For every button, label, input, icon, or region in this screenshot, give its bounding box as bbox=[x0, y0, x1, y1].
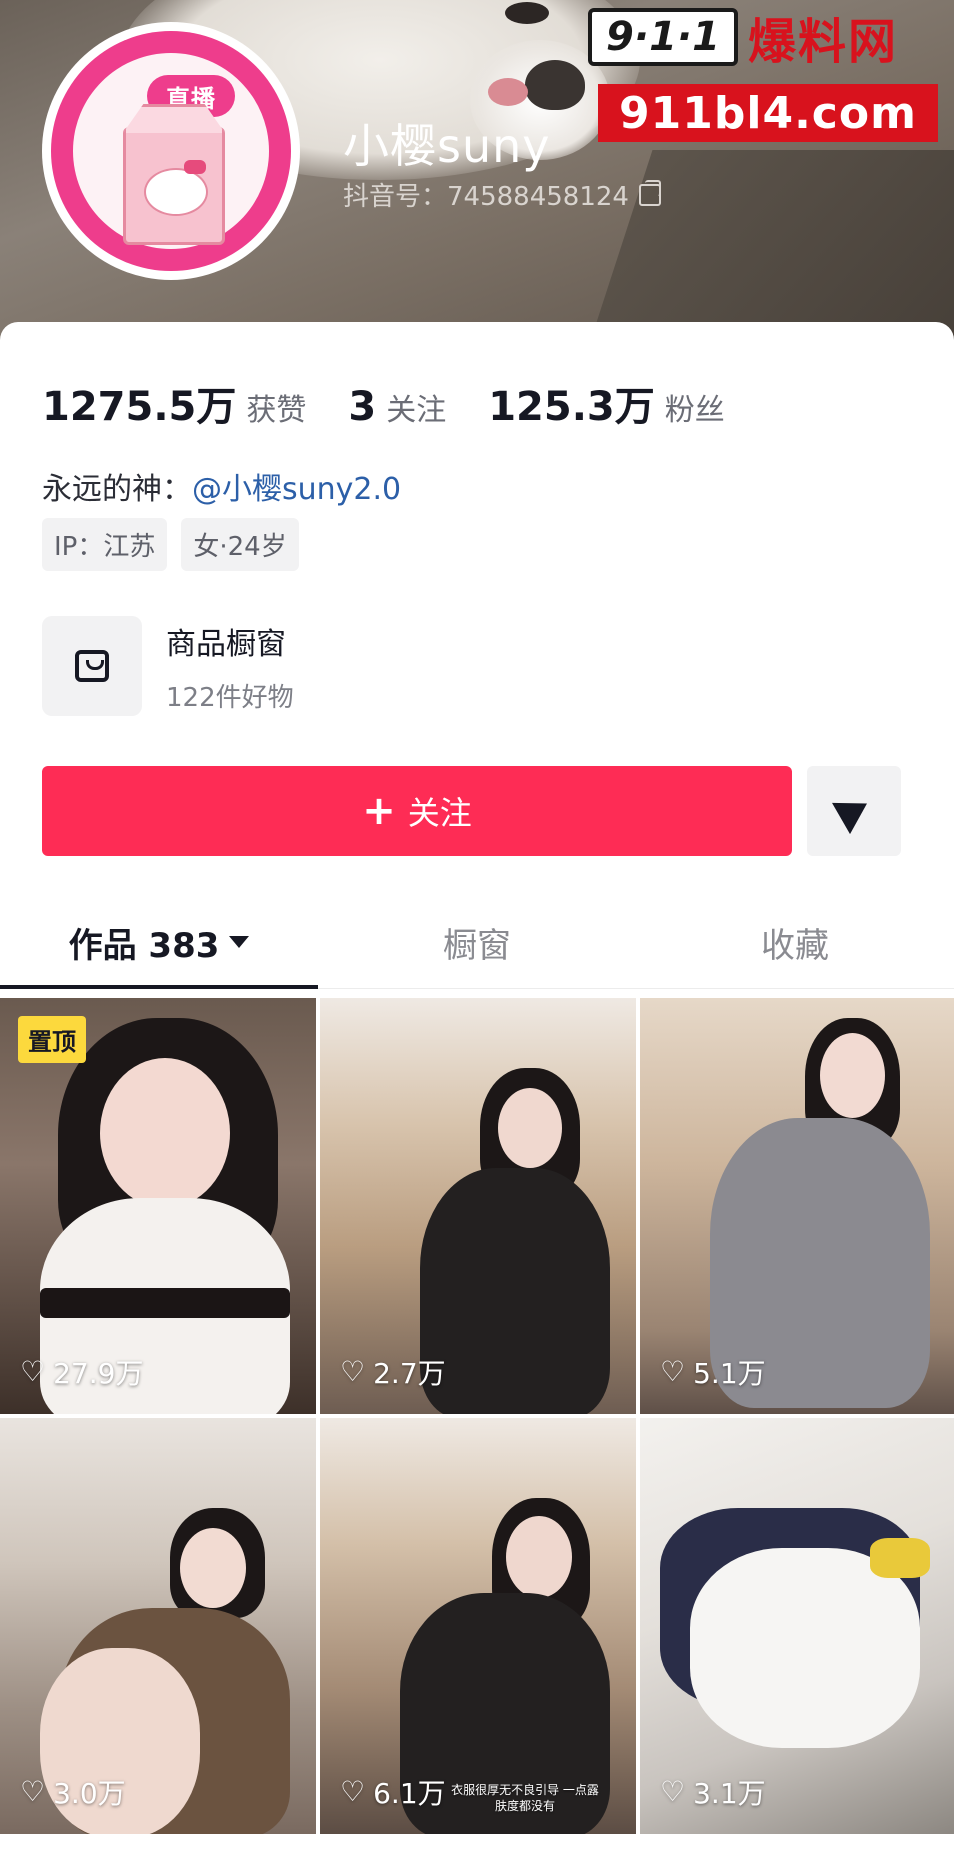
profile-name: 小樱suny bbox=[343, 119, 551, 173]
video-likes-count: 3.1万 bbox=[693, 1777, 766, 1810]
video-6-bow bbox=[870, 1538, 930, 1578]
video-likes-count: 5.1万 bbox=[693, 1357, 766, 1390]
follow-button[interactable]: + 关注 bbox=[42, 766, 792, 856]
watermark-top: 9·1·1 爆料网 bbox=[588, 2, 952, 72]
plus-icon: + bbox=[362, 788, 396, 834]
followers-count[interactable]: 125.3万 bbox=[488, 374, 655, 432]
video-thumbnail[interactable]: 衣服很厚无不良引导 一点露肤度都没有 ♡ 6.1万 bbox=[320, 1418, 636, 1834]
video-likes-count: 6.1万 bbox=[373, 1777, 446, 1810]
video-likes-count: 27.9万 bbox=[53, 1357, 144, 1390]
video-likes: ♡ 3.1万 bbox=[660, 1772, 766, 1812]
banner-dog-tongue bbox=[488, 78, 528, 106]
watermark-url: 911bl4.com bbox=[598, 84, 938, 142]
likes-count[interactable]: 1275.5万 bbox=[42, 374, 236, 432]
video-thumbnail[interactable]: 置顶 ♡ 27.9万 bbox=[0, 998, 316, 1414]
copy-icon[interactable] bbox=[638, 179, 661, 206]
douyin-id[interactable]: 抖音号：74588458124 bbox=[343, 176, 661, 213]
tab-favorites[interactable]: 收藏 bbox=[636, 896, 954, 988]
douyin-id-text: 抖音号：74588458124 bbox=[343, 182, 629, 212]
shop-text: 商品橱窗 122件好物 bbox=[166, 619, 294, 714]
heart-outline-icon: ♡ bbox=[340, 1355, 366, 1388]
video-thumbnail[interactable]: ♡ 3.0万 bbox=[0, 1418, 316, 1834]
heart-outline-icon: ♡ bbox=[20, 1775, 46, 1808]
video-caption: 衣服很厚无不良引导 一点露肤度都没有 bbox=[451, 1783, 599, 1813]
watermark-badge: 9·1·1 bbox=[588, 8, 738, 66]
watermark: 9·1·1 爆料网 911bl4.com bbox=[588, 2, 952, 142]
content-tabs: 作品 383 橱窗 收藏 bbox=[0, 896, 954, 989]
followers-label: 粉丝 bbox=[664, 393, 725, 428]
gender-age-tag: 女·24岁 bbox=[181, 518, 299, 571]
heart-outline-icon: ♡ bbox=[20, 1355, 46, 1388]
banner-dog-nose bbox=[525, 60, 585, 110]
video-likes-count: 2.7万 bbox=[373, 1357, 446, 1390]
avatar-image: 直播 bbox=[51, 31, 291, 271]
banner-dog-eye bbox=[505, 2, 549, 24]
following-label: 关注 bbox=[386, 393, 447, 428]
heart-outline-icon: ♡ bbox=[660, 1775, 686, 1808]
bio-mention-link[interactable]: @小樱suny2.0 bbox=[192, 472, 401, 507]
ip-tag: IP：江苏 bbox=[42, 518, 168, 571]
video-6-outfit-white bbox=[690, 1548, 920, 1748]
share-button[interactable] bbox=[807, 766, 901, 856]
bio: 永远的神：@小樱suny2.0 bbox=[42, 464, 401, 508]
video-likes: ♡ 5.1万 bbox=[660, 1352, 766, 1392]
stats-row: 1275.5万 获赞 3 关注 125.3万 粉丝 bbox=[42, 374, 767, 432]
tab-shop-window-label: 橱窗 bbox=[443, 925, 511, 966]
tab-shop-window[interactable]: 橱窗 bbox=[318, 896, 636, 988]
shop-title: 商品橱窗 bbox=[166, 626, 286, 662]
video-5-face bbox=[506, 1516, 572, 1598]
kitty-bow bbox=[184, 160, 206, 174]
milk-carton-illustration bbox=[123, 104, 225, 245]
tab-favorites-label: 收藏 bbox=[761, 925, 829, 966]
tab-works[interactable]: 作品 383 bbox=[0, 896, 318, 989]
profile-banner: 直播 小樱suny 抖音号：74588458124 9·1·1 爆料网 911b… bbox=[0, 0, 954, 340]
bio-prefix: 永远的神： bbox=[42, 472, 192, 507]
profile-sheet: 1275.5万 获赞 3 关注 125.3万 粉丝 永远的神：@小樱suny2.… bbox=[0, 322, 954, 1862]
heart-outline-icon: ♡ bbox=[340, 1775, 366, 1808]
video-4-face bbox=[180, 1528, 246, 1608]
video-likes: ♡ 27.9万 bbox=[20, 1352, 143, 1392]
video-1-outfit-band bbox=[40, 1288, 290, 1318]
shop-subtitle: 122件好物 bbox=[166, 682, 294, 713]
pinned-badge: 置顶 bbox=[18, 1016, 86, 1063]
follow-label: 关注 bbox=[407, 794, 472, 832]
video-1-face bbox=[100, 1058, 230, 1208]
profile-tags: IP：江苏 女·24岁 bbox=[42, 518, 299, 571]
video-thumbnail[interactable]: ♡ 5.1万 bbox=[640, 998, 954, 1414]
watermark-cn-text: 爆料网 bbox=[748, 14, 899, 70]
video-2-outfit bbox=[420, 1168, 610, 1414]
send-icon bbox=[832, 787, 876, 835]
avatar[interactable]: 直播 bbox=[42, 22, 300, 280]
video-thumbnail[interactable]: ♡ 3.1万 bbox=[640, 1418, 954, 1834]
video-likes: ♡ 3.0万 bbox=[20, 1772, 126, 1812]
kitty-face bbox=[144, 168, 208, 216]
video-2-face bbox=[498, 1088, 562, 1168]
shop-icon-wrap bbox=[42, 616, 142, 716]
video-likes: ♡ 6.1万 bbox=[340, 1772, 446, 1812]
video-grid: 置顶 ♡ 27.9万 ♡ 2.7万 ♡ 5.1万 ♡ 3.0万 衣服很厚无不良引… bbox=[0, 998, 954, 1834]
video-likes: ♡ 2.7万 bbox=[340, 1352, 446, 1392]
shopping-bag-icon bbox=[75, 650, 109, 682]
video-likes-count: 3.0万 bbox=[53, 1777, 126, 1810]
tab-works-label: 作品 383 bbox=[68, 925, 220, 966]
heart-outline-icon: ♡ bbox=[660, 1355, 686, 1388]
video-3-face bbox=[820, 1033, 885, 1118]
caret-down-icon bbox=[229, 936, 250, 948]
video-thumbnail[interactable]: ♡ 2.7万 bbox=[320, 998, 636, 1414]
following-count[interactable]: 3 bbox=[348, 384, 376, 430]
shop-window-entry[interactable]: 商品橱窗 122件好物 bbox=[42, 616, 294, 716]
likes-label: 获赞 bbox=[246, 393, 307, 428]
